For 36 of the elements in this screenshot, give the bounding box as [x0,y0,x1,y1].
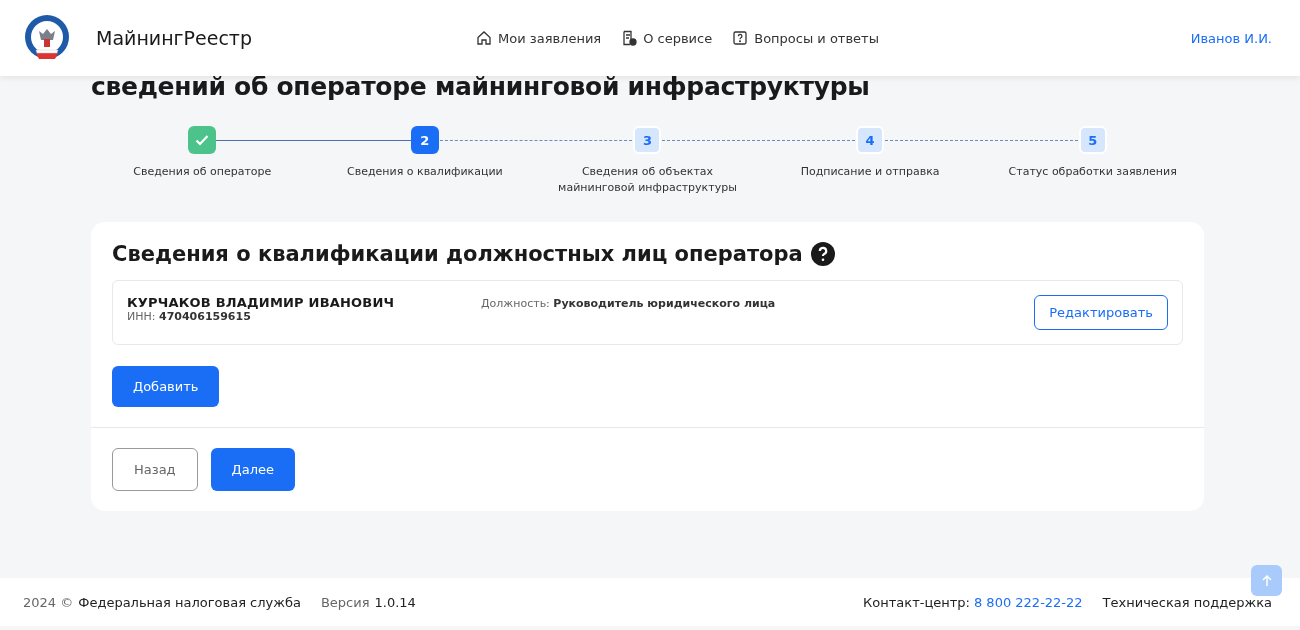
step-label: Подписание и отправка [800,164,940,180]
version-label: Версия [320,594,370,610]
section-title: Сведения о квалификации должностных лиц оператора [112,242,803,266]
person-inn: ИНН: 470406159615 [127,310,252,323]
nav-link[interactable]: О сервисе [621,30,713,46]
person-name: КУРЧАКОВ ВЛАДИМИР ИВАНОВИЧ [127,295,396,310]
help-icon [732,30,749,46]
step-marker: 2 [410,126,439,154]
page-title: сведений об операторе майнинговой инфраструктуры [91,72,871,102]
step-marker: 3 [633,126,662,154]
back-button[interactable]: Назад [112,448,198,491]
step-label: Сведения о квалификации [347,164,503,180]
step-marker: 5 [1078,126,1107,154]
copyright-year: 2024 © [23,594,74,610]
help-icon[interactable] [810,242,835,266]
arrow-up-icon [1260,574,1273,587]
check-icon [195,134,210,146]
contact-label: Контакт-центр: [863,594,970,610]
brand-name: МайнингРеестр [96,27,253,49]
home-icon [476,30,492,46]
edit-button[interactable]: Редактировать [1034,295,1168,330]
support-link[interactable]: Техническая поддержка [1102,594,1272,610]
step-label: Сведения об операторе [133,164,272,180]
document-info-icon [621,30,638,46]
step-label: Сведения об объектах майнинговой инфраструктуры [557,164,738,196]
next-button[interactable]: Далее [210,448,296,491]
nav-link[interactable]: Мои заявления [476,30,602,46]
step-label: Статус обработки заявления [1008,164,1177,180]
step-marker: 4 [856,126,885,154]
person-position: Должность: Руководитель юридического лица [481,297,777,310]
add-button[interactable]: Добавить [112,366,220,407]
phone-link[interactable]: 8 800 222-22-22 [973,594,1083,610]
version-number: 1.0.14 [374,594,416,610]
user-link[interactable]: Иванов И.И. [1190,30,1272,46]
nav-link[interactable]: Вопросы и ответы [732,30,879,46]
organization-name: Федеральная налоговая служба [78,594,301,610]
